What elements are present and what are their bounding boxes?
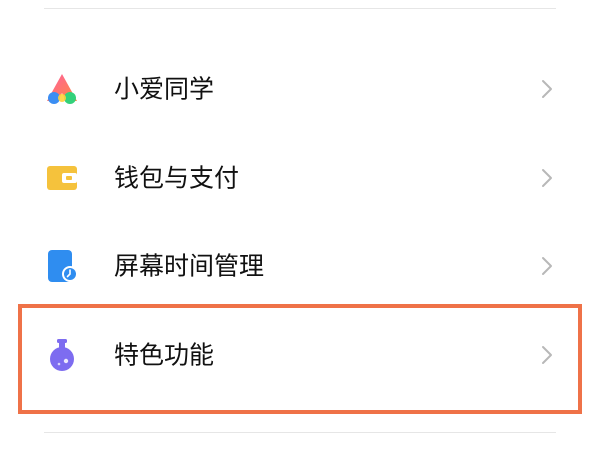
settings-item-screen-time[interactable]: 屏幕时间管理 <box>0 221 600 310</box>
bottom-divider <box>44 432 556 433</box>
chevron-right-icon <box>540 78 554 100</box>
wallet-icon <box>44 160 80 196</box>
chevron-right-icon <box>540 344 554 366</box>
chevron-right-icon <box>540 255 554 277</box>
settings-item-label: 小爱同学 <box>114 74 215 103</box>
settings-item-label: 钱包与支付 <box>114 163 240 192</box>
top-divider <box>44 8 556 9</box>
screen-time-icon <box>44 248 80 284</box>
settings-item-xiaoai[interactable]: 小爱同学 <box>0 44 600 133</box>
xiaoai-assistant-icon <box>44 71 80 107</box>
settings-item-wallet-payment[interactable]: 钱包与支付 <box>0 133 600 222</box>
settings-item-special-features[interactable]: 特色功能 <box>0 310 600 399</box>
settings-item-label: 屏幕时间管理 <box>114 251 265 280</box>
chevron-right-icon <box>540 167 554 189</box>
settings-item-label: 特色功能 <box>114 340 215 369</box>
special-features-flask-icon <box>44 337 80 373</box>
